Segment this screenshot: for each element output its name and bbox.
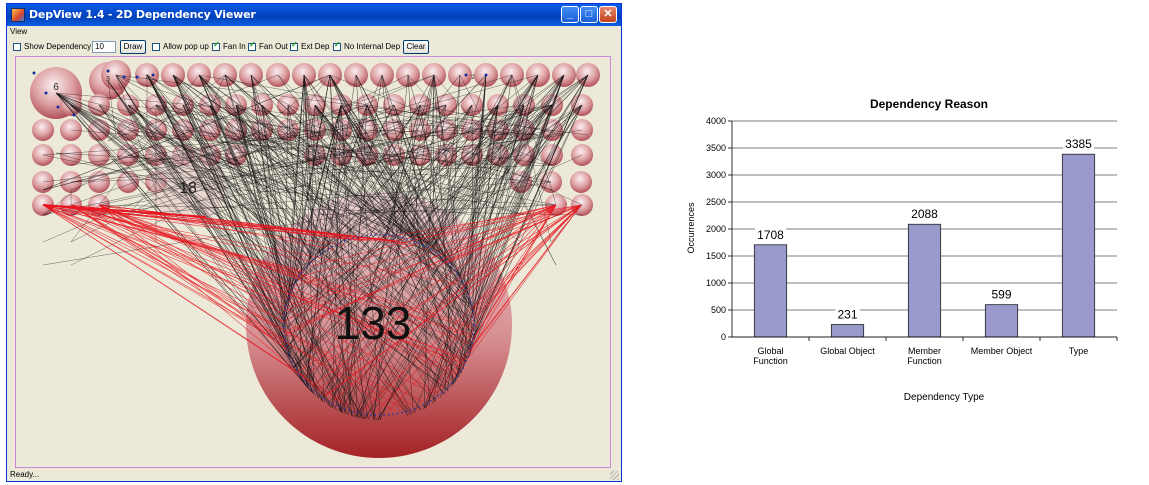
- dependency-reason-chart: Dependency Reason Occurrences Dependency…: [680, 88, 1140, 408]
- edge-endpoint: [135, 75, 139, 79]
- allow-popup-toggle[interactable]: Allow pop up: [152, 42, 209, 51]
- allow-popup-label: Allow pop up: [163, 42, 209, 51]
- chart-y-tick-label: 2000: [706, 224, 726, 234]
- fan-in-checkbox[interactable]: [212, 40, 220, 51]
- show-dependency-label: Show Dependency: [24, 42, 92, 51]
- dependency-graph[interactable]: 133 18 6 3 2 2: [16, 57, 610, 467]
- no-internal-dep-label: No Internal Dep: [344, 42, 401, 51]
- maximize-button[interactable]: □: [580, 6, 598, 23]
- fan-out-label: Fan Out: [259, 42, 288, 51]
- chart-x-tick-label: Function: [753, 356, 788, 366]
- chart-title: Dependency Reason: [870, 97, 988, 111]
- chart-bar: [753, 244, 788, 338]
- fan-out-toggle[interactable]: Fan Out: [248, 40, 288, 51]
- dependency-count-input[interactable]: 10: [92, 41, 116, 53]
- node-label-b: 3: [106, 76, 110, 83]
- chart-y-tick-label: 4000: [706, 116, 726, 126]
- edge-endpoint: [106, 69, 110, 73]
- chart-y-tick-label: 1500: [706, 251, 726, 261]
- ext-dep-checkbox[interactable]: [290, 40, 298, 51]
- fan-in-toggle[interactable]: Fan In: [212, 40, 246, 51]
- edge-endpoint: [151, 73, 155, 77]
- chart-x-axis-label: Dependency Type: [904, 392, 985, 403]
- edge-endpoint: [32, 71, 36, 75]
- edge-endpoint: [484, 73, 488, 77]
- mid-node-label: 18: [179, 180, 197, 197]
- draw-button[interactable]: Draw: [120, 40, 146, 54]
- title-bar[interactable]: DepView 1.4 - 2D Dependency Viewer _ □ ✕: [7, 4, 621, 26]
- resize-grip-icon[interactable]: [610, 471, 619, 480]
- minimize-button[interactable]: _: [561, 6, 579, 23]
- toolbar: Show Dependency 10 Draw Allow pop up Fan…: [7, 38, 621, 56]
- chart-data-label: 231: [837, 308, 857, 322]
- chart-data-label: 1708: [757, 228, 784, 242]
- chart-bar: [1061, 153, 1096, 338]
- status-bar: Ready...: [7, 470, 621, 481]
- chart-x-tick-label: Member: [908, 346, 941, 356]
- chart-bar: [984, 304, 1019, 338]
- chart-data-label: 2088: [911, 207, 938, 221]
- close-button[interactable]: ✕: [599, 6, 617, 23]
- chart-y-axis-label: Occurrences: [686, 202, 696, 254]
- chart-y-tick-label: 3500: [706, 143, 726, 153]
- show-dependency-checkbox[interactable]: [13, 42, 21, 51]
- chart-y-tick-label: 3000: [706, 170, 726, 180]
- show-dependency-toggle[interactable]: Show Dependency: [13, 42, 91, 51]
- edge-endpoint: [464, 73, 468, 77]
- chart-x-tick-label: Type: [1069, 346, 1089, 356]
- edge-endpoint: [122, 75, 126, 79]
- chart-y-tick-label: 2500: [706, 197, 726, 207]
- allow-popup-checkbox[interactable]: [152, 42, 160, 51]
- chart-data-label: 599: [991, 288, 1011, 302]
- menu-view[interactable]: View: [10, 27, 27, 36]
- chart-y-tick-label: 500: [711, 305, 726, 315]
- chart-data-label: 3385: [1065, 137, 1092, 151]
- graph-canvas[interactable]: 133 18 6 3 2 2: [15, 56, 611, 468]
- big-node-label: 133: [335, 297, 412, 349]
- fan-in-label: Fan In: [223, 42, 246, 51]
- chart-y-tick-label: 1000: [706, 278, 726, 288]
- chart-y-tick-label: 0: [721, 332, 726, 342]
- depview-window: DepView 1.4 - 2D Dependency Viewer _ □ ✕…: [6, 3, 622, 482]
- no-internal-dep-toggle[interactable]: No Internal Dep: [333, 40, 401, 51]
- chart-bar: [830, 324, 865, 338]
- status-text: Ready...: [10, 470, 40, 479]
- chart-x-tick-label: Global Object: [820, 346, 875, 356]
- no-internal-dep-checkbox[interactable]: [333, 40, 341, 51]
- chart-bar: [907, 223, 942, 338]
- chart-x-tick-label: Member Object: [971, 346, 1033, 356]
- fan-out-checkbox[interactable]: [248, 40, 256, 51]
- edge-endpoint: [44, 91, 48, 95]
- app-icon: [11, 8, 25, 22]
- graph-node: [32, 119, 54, 141]
- chart-x-tick-label: Function: [907, 356, 942, 366]
- graph-node: [570, 171, 592, 193]
- chart-svg: Dependency Reason Occurrences Dependency…: [686, 97, 1118, 403]
- clear-button[interactable]: Clear: [403, 40, 429, 54]
- ext-dep-label: Ext Dep: [301, 42, 330, 51]
- edge-endpoint: [72, 113, 76, 117]
- ext-dep-toggle[interactable]: Ext Dep: [290, 40, 330, 51]
- node-label-a: 6: [53, 82, 59, 93]
- chart-x-tick-label: Global: [757, 346, 783, 356]
- edge-endpoint: [56, 105, 60, 109]
- menu-bar: View: [7, 26, 621, 38]
- window-title: DepView 1.4 - 2D Dependency Viewer: [29, 8, 256, 21]
